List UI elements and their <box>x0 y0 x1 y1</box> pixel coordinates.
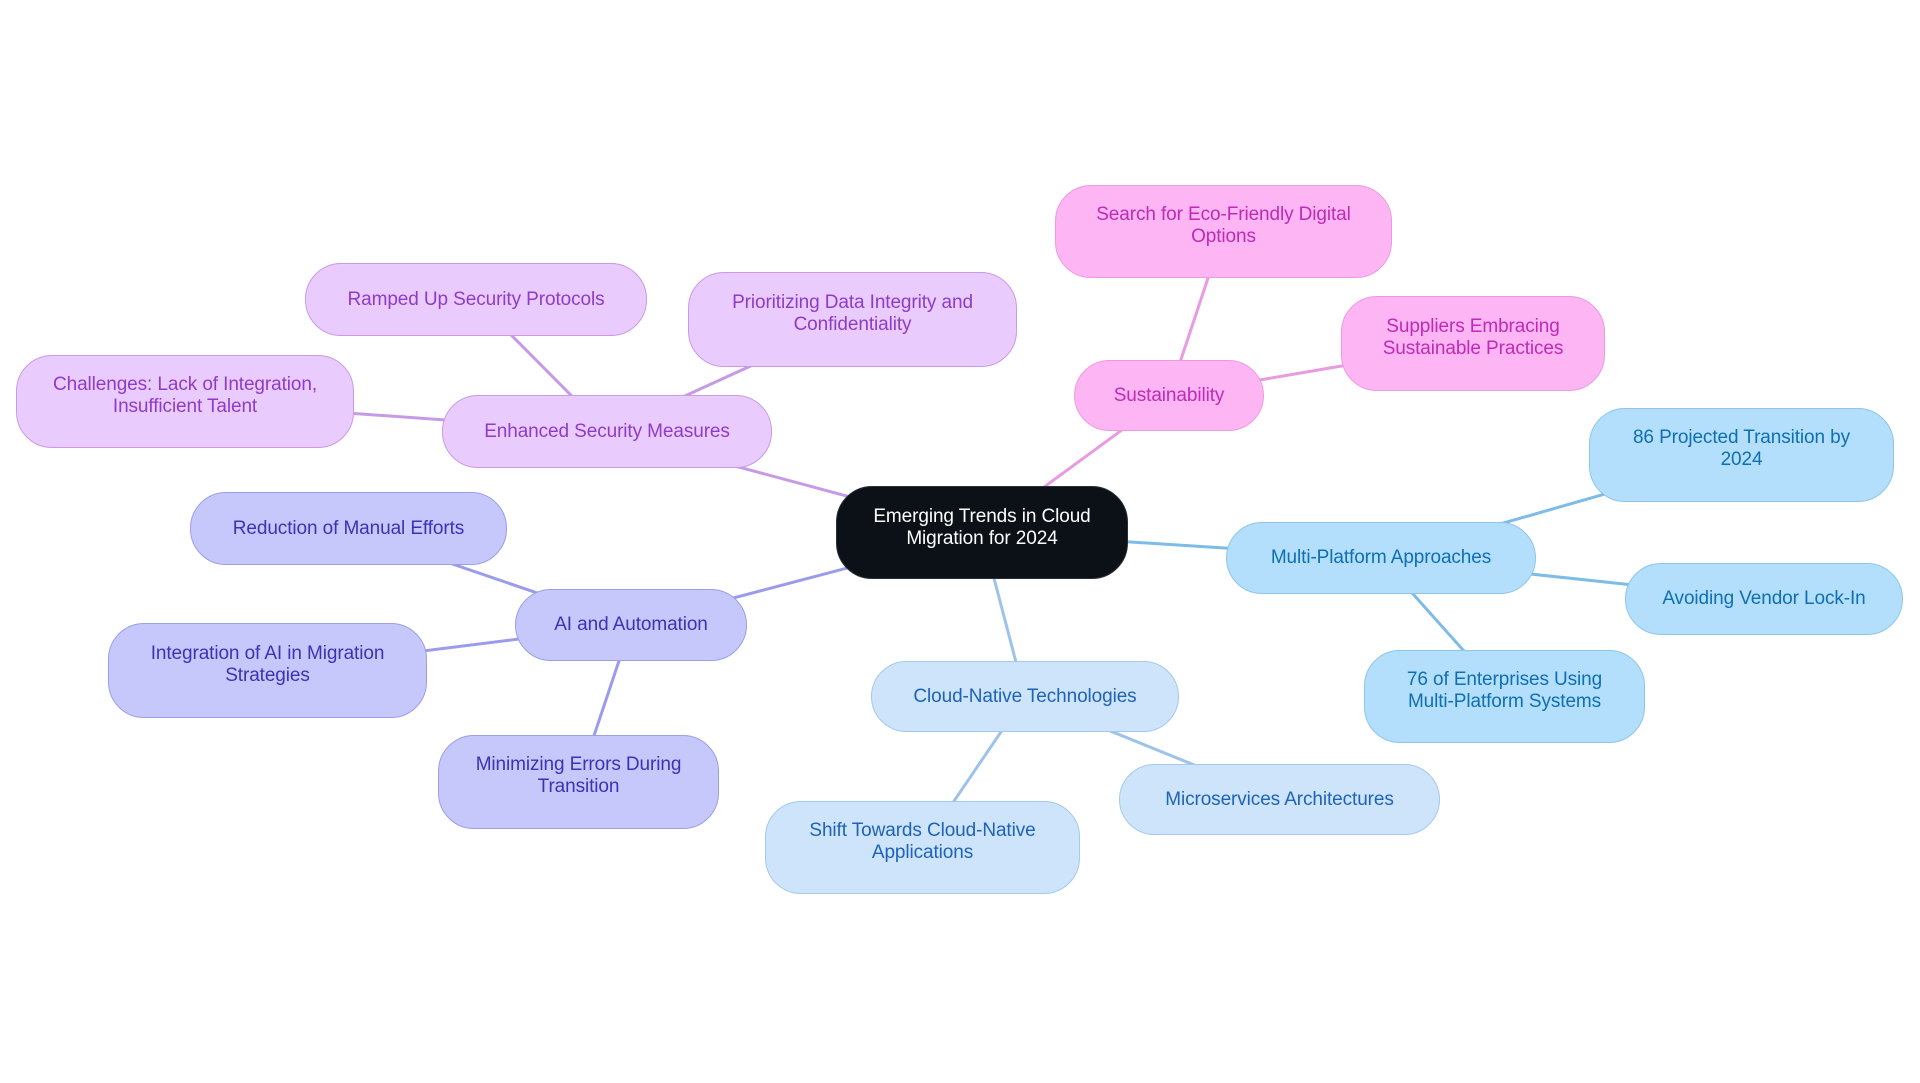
node-label: Reduction of Manual Efforts <box>232 517 465 539</box>
root-node[interactable]: Emerging Trends in Cloud Migration for 2… <box>836 486 1128 579</box>
branch-node-enhanced-security[interactable]: Enhanced Security Measures <box>442 395 772 468</box>
node-label: 76 of Enterprises Using Multi-Platform S… <box>1406 668 1603 712</box>
leaf-node-prioritizing-data-integrity[interactable]: Prioritizing Data Integrity and Confiden… <box>688 272 1017 367</box>
branch-node-cloud-native[interactable]: Cloud-Native Technologies <box>871 661 1179 732</box>
node-label: 86 Projected Transition by 2024 <box>1632 427 1851 470</box>
node-label: Sustainability <box>1113 384 1225 406</box>
node-label: Microservices Architectures <box>1165 788 1394 810</box>
leaf-node-challenges[interactable]: Challenges: Lack of Integration, Insuffi… <box>16 355 354 448</box>
leaf-node-microservices[interactable]: Microservices Architectures <box>1119 764 1440 835</box>
node-label: AI and Automation <box>554 614 708 635</box>
node-label: Avoiding Vendor Lock-In <box>1662 588 1866 609</box>
node-label: Cloud-Native Technologies <box>913 685 1137 707</box>
node-label: Ramped Up Security Protocols <box>347 288 605 310</box>
node-label: Suppliers Embracing Sustainable Practice… <box>1382 315 1564 359</box>
branch-node-ai-automation[interactable]: AI and Automation <box>515 589 747 661</box>
node-label: Challenges: Lack of Integration, Insuffi… <box>52 373 318 417</box>
leaf-node-avoiding-vendor-lock-in[interactable]: Avoiding Vendor Lock-In <box>1625 563 1903 635</box>
leaf-node-minimizing-errors[interactable]: Minimizing Errors During Transition <box>438 735 719 829</box>
leaf-node-ramped-security-protocols[interactable]: Ramped Up Security Protocols <box>305 263 647 336</box>
node-label: Enhanced Security Measures <box>484 420 730 442</box>
node-label: Multi-Platform Approaches <box>1270 547 1492 568</box>
leaf-node-eco-friendly-options[interactable]: Search for Eco-Friendly Digital Options <box>1055 185 1392 278</box>
leaf-node-shift-cloud-native-apps[interactable]: Shift Towards Cloud-Native Applications <box>765 801 1080 894</box>
leaf-node-integration-ai-strategies[interactable]: Integration of AI in Migration Strategie… <box>108 623 427 718</box>
leaf-node-reduction-manual-efforts[interactable]: Reduction of Manual Efforts <box>190 492 507 565</box>
node-label: Minimizing Errors During Transition <box>475 754 682 797</box>
node-label: Shift Towards Cloud-Native Applications <box>809 819 1036 863</box>
root-node-label: Emerging Trends in Cloud Migration for 2… <box>873 505 1091 549</box>
leaf-node-76-enterprises[interactable]: 76 of Enterprises Using Multi-Platform S… <box>1364 650 1645 743</box>
node-label: Prioritizing Data Integrity and Confiden… <box>732 291 973 335</box>
branch-node-sustainability[interactable]: Sustainability <box>1074 360 1264 431</box>
node-label: Search for Eco-Friendly Digital Options <box>1096 203 1351 247</box>
leaf-node-suppliers-sustainable[interactable]: Suppliers Embracing Sustainable Practice… <box>1341 296 1605 391</box>
branch-node-multi-platform[interactable]: Multi-Platform Approaches <box>1226 522 1536 594</box>
mindmap-canvas: Emerging Trends in Cloud Migration for 2… <box>0 0 1920 1083</box>
leaf-node-86-projected-transition[interactable]: 86 Projected Transition by 2024 <box>1589 408 1894 502</box>
node-label: Integration of AI in Migration Strategie… <box>150 642 385 686</box>
